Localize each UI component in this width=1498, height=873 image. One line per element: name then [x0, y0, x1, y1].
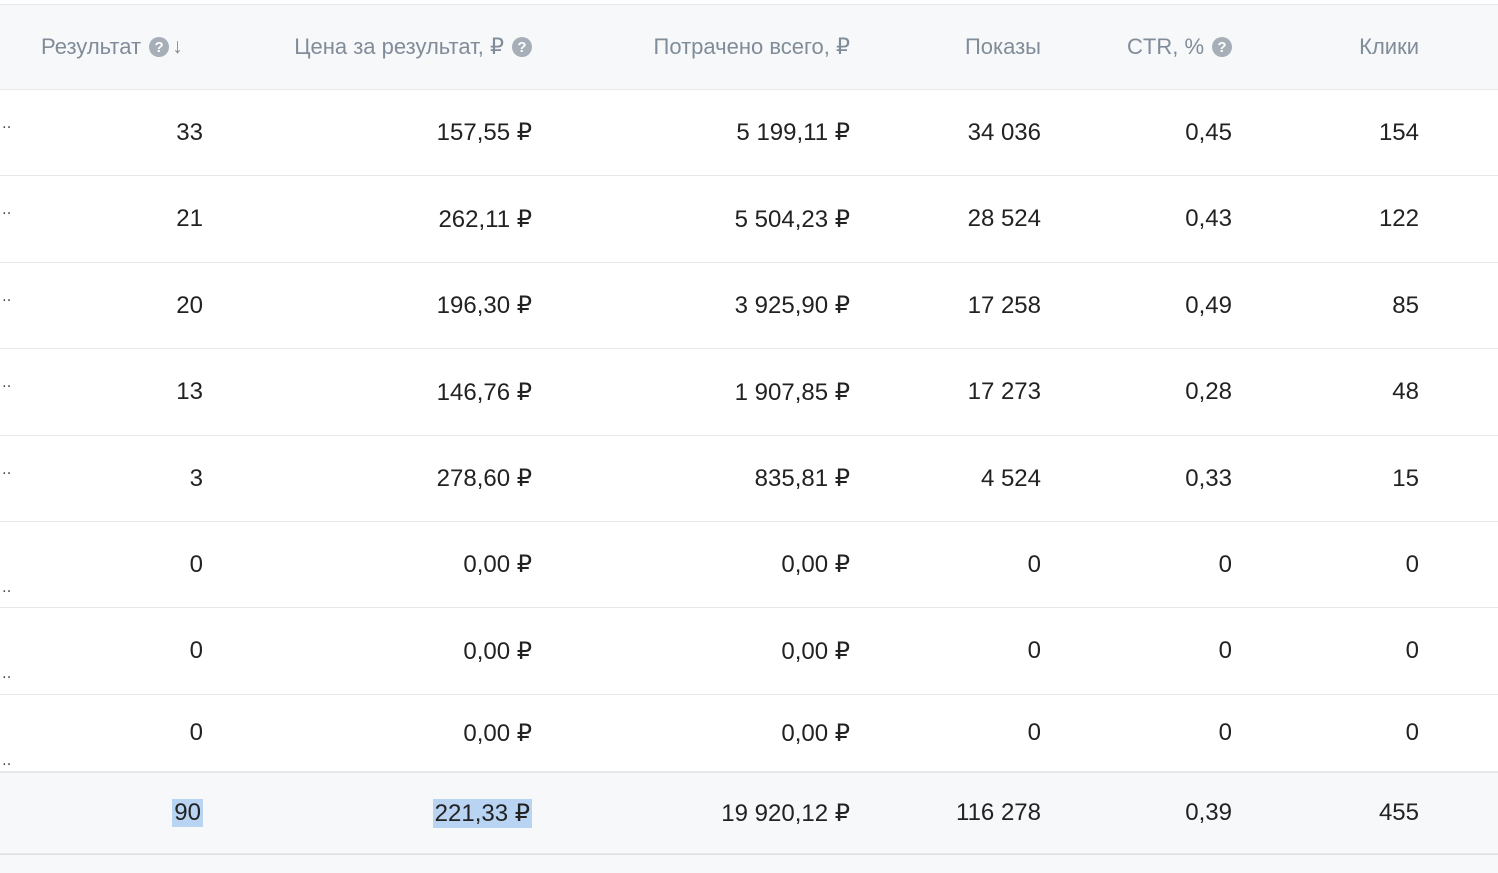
- column-header-clicks-label: Клики: [1359, 34, 1419, 59]
- cell-shows: 34 036: [967, 118, 1041, 146]
- cell-ctr: 0,43: [1185, 205, 1232, 232]
- cell-spent: 3 925,90 ₽: [734, 292, 850, 319]
- cell-shows: 28 524: [967, 205, 1041, 232]
- table-row[interactable]: ‥ 20 196,30 ₽ 3 925,90 ₽ 17 258 0,49 85: [0, 263, 1498, 349]
- total-result: 90: [0, 773, 203, 853]
- cell-clicks: 122: [1378, 205, 1419, 232]
- cell-shows: 4 524: [980, 464, 1041, 492]
- cell-price: 146,76 ₽: [436, 378, 532, 406]
- cell-spent: 5 504,23 ₽: [734, 205, 850, 233]
- cell-spent: 0,00 ₽: [781, 551, 850, 578]
- sort-down-arrow-icon[interactable]: ↓: [172, 35, 183, 59]
- cell-ctr: 0: [1218, 550, 1232, 578]
- column-header-result-label: Результат: [41, 34, 142, 59]
- cell-result: 33: [176, 118, 203, 146]
- column-header-shows-label: Показы: [964, 34, 1041, 59]
- cell-ctr: 0: [1218, 637, 1232, 664]
- cell-result: 20: [176, 291, 203, 319]
- total-result-value: 90: [172, 799, 203, 827]
- cell-price: 196,30 ₽: [436, 292, 532, 319]
- cell-clicks: 48: [1392, 378, 1419, 405]
- cell-price: 262,11 ₽: [438, 205, 532, 233]
- question-circle-icon[interactable]: ?: [512, 37, 532, 57]
- total-price: 221,33 ₽: [210, 773, 532, 853]
- cell-shows: 0: [1027, 719, 1041, 746]
- cell-price: 0,00 ₽: [463, 637, 532, 665]
- cell-shows: 17 258: [967, 291, 1041, 319]
- cell-clicks: 15: [1392, 464, 1419, 492]
- column-header-price[interactable]: Цена за результат, ₽ ?: [210, 5, 532, 89]
- cell-spent: 0,00 ₽: [781, 719, 850, 747]
- total-shows: 116 278: [956, 799, 1041, 826]
- table-row[interactable]: ‥ 0 0,00 ₽ 0,00 ₽ 0 0 0: [0, 522, 1498, 608]
- table-row[interactable]: ‥ 21 262,11 ₽ 5 504,23 ₽ 28 524 0,43 122: [0, 176, 1498, 263]
- table-row[interactable]: ‥ 13 146,76 ₽ 1 907,85 ₽ 17 273 0,28 48: [0, 349, 1498, 436]
- cell-shows: 0: [1027, 637, 1041, 664]
- cell-spent: 1 907,85 ₽: [734, 378, 850, 406]
- cell-shows: 17 273: [967, 378, 1041, 405]
- cell-result: 13: [176, 378, 203, 405]
- question-circle-icon[interactable]: ?: [149, 37, 170, 57]
- cell-clicks: 0: [1405, 550, 1419, 578]
- cell-spent: 835,81 ₽: [754, 465, 850, 492]
- total-clicks: 455: [1378, 799, 1419, 826]
- cell-result: 21: [176, 205, 203, 232]
- cell-clicks: 0: [1405, 719, 1419, 746]
- cell-ctr: 0,49: [1185, 291, 1232, 319]
- cell-price: 157,55 ₽: [436, 119, 532, 146]
- cell-result: 0: [189, 719, 203, 746]
- cell-clicks: 85: [1392, 291, 1419, 319]
- cell-ctr: 0: [1218, 719, 1232, 746]
- question-circle-icon[interactable]: ?: [1212, 37, 1232, 57]
- table-footer-edge: [0, 854, 1498, 873]
- table-row[interactable]: ‥ 3 278,60 ₽ 835,81 ₽ 4 524 0,33 15: [0, 436, 1498, 522]
- total-spent: 19 920,12 ₽: [721, 799, 850, 827]
- cell-result: 0: [189, 550, 203, 578]
- table-row[interactable]: ‥ 33 157,55 ₽ 5 199,11 ₽ 34 036 0,45 154: [0, 90, 1498, 176]
- column-header-price-label: Цена за результат, ₽: [294, 34, 504, 59]
- total-price-value: 221,33 ₽: [432, 798, 532, 828]
- column-header-ctr[interactable]: CTR, % ?: [1050, 5, 1232, 89]
- cell-shows: 0: [1027, 550, 1041, 578]
- cell-spent: 5 199,11 ₽: [736, 119, 850, 146]
- cell-clicks: 154: [1378, 118, 1419, 146]
- cell-result: 0: [189, 637, 203, 664]
- cell-price: 0,00 ₽: [463, 551, 532, 578]
- stats-table: Результат ? ↓ Цена за результат, ₽ ? Пот…: [0, 0, 1498, 873]
- cell-price: 278,60 ₽: [436, 465, 532, 492]
- column-header-clicks[interactable]: Клики: [1240, 5, 1419, 89]
- column-header-spent-label: Потрачено всего, ₽: [653, 34, 851, 59]
- cell-ctr: 0,33: [1185, 464, 1232, 492]
- table-totals-row: 90 221,33 ₽ 19 920,12 ₽ 116 278 0,39 455: [0, 772, 1498, 854]
- total-ctr: 0,39: [1185, 799, 1232, 826]
- column-header-spent[interactable]: Потрачено всего, ₽: [540, 5, 851, 89]
- table-row[interactable]: ‥ 0 0,00 ₽ 0,00 ₽ 0 0 0: [0, 695, 1498, 772]
- column-header-ctr-label: CTR, %: [1127, 34, 1204, 59]
- table-row[interactable]: ‥ 0 0,00 ₽ 0,00 ₽ 0 0 0: [0, 608, 1498, 695]
- column-header-shows[interactable]: Показы: [860, 5, 1041, 89]
- cell-ctr: 0,45: [1185, 118, 1232, 146]
- cell-result: 3: [189, 464, 203, 492]
- cell-clicks: 0: [1405, 637, 1419, 664]
- cell-ctr: 0,28: [1185, 378, 1232, 405]
- cell-price: 0,00 ₽: [463, 719, 532, 747]
- cell-spent: 0,00 ₽: [781, 637, 850, 665]
- table-header: Результат ? ↓ Цена за результат, ₽ ? Пот…: [0, 5, 1498, 90]
